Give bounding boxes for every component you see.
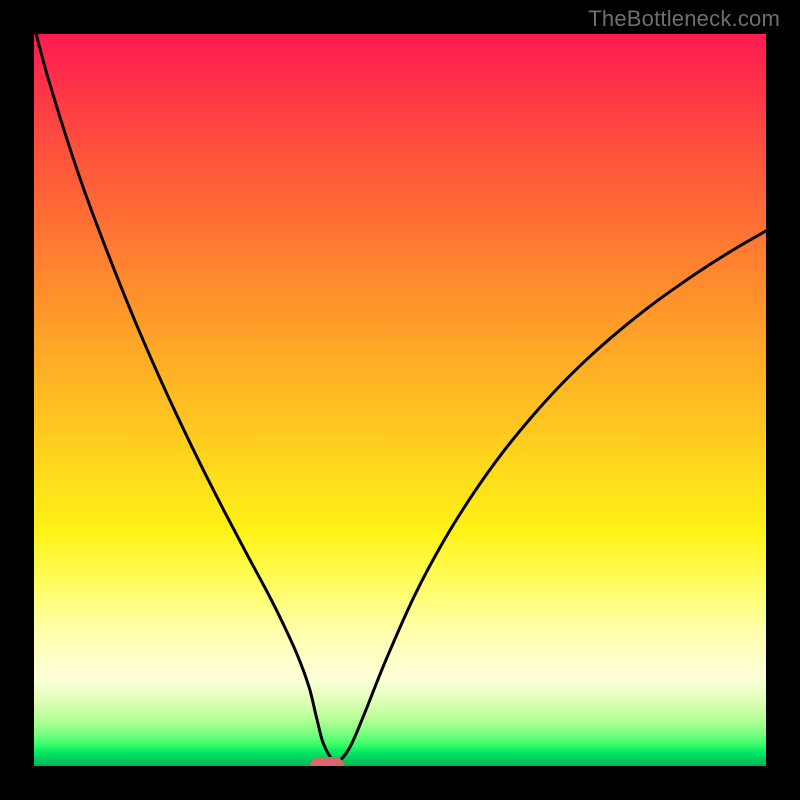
curve-svg bbox=[34, 34, 766, 766]
bottleneck-curve bbox=[36, 34, 766, 762]
plot-area bbox=[34, 34, 766, 766]
attribution-watermark: TheBottleneck.com bbox=[588, 6, 780, 32]
optimal-marker bbox=[310, 757, 344, 766]
chart-frame: TheBottleneck.com bbox=[0, 0, 800, 800]
